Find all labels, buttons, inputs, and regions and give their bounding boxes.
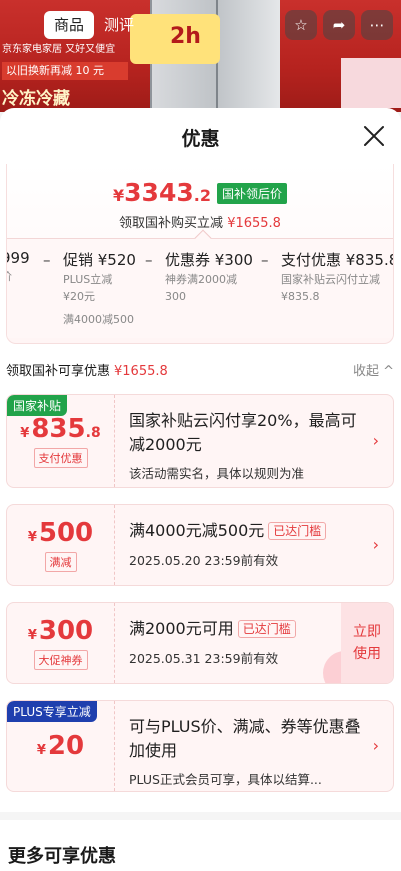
coupon-body: 国家补贴云闪付享20%，最高可减2000元 该活动需实名，具体以规则为准 <box>129 409 363 482</box>
sheet-title: 优惠 <box>181 127 220 150</box>
coupon-mega-sale[interactable]: ¥300 大促神券 满2000元可用 已达门槛 2025.05.31 23:59前… <box>6 602 394 684</box>
chevron-right-icon[interactable]: › <box>373 736 379 755</box>
coupon-corner-tag: 国家补贴 <box>7 395 68 416</box>
threshold-reached-badge: 已达门槛 <box>268 522 327 540</box>
product-page-background: 2h 京东家电家居 又好又便宜 以旧换新再减 10 元 冷冻冷藏 商品 测评 ☆… <box>0 0 401 112</box>
final-price: ¥3343.2 <box>113 178 211 207</box>
more-icon[interactable]: ⋯ <box>361 10 393 40</box>
subsidy-summary: 领取国补购买立减 ¥1655.8 <box>119 216 281 231</box>
coupon-body: 可与PLUS价、满减、券等优惠叠加使用 PLUS正式会员可享，具体以结算... <box>129 715 363 788</box>
coupon-title: 满4000元减500元 已达门槛 <box>129 519 363 544</box>
coupon-amount: ¥20 <box>36 731 85 761</box>
tab-product[interactable]: 商品 <box>44 11 95 39</box>
subsidy-price-tag: 国补领后价 <box>216 183 287 204</box>
section-label: 领取国补可享优惠 ¥1655.8 <box>6 364 168 379</box>
coupon-amount: ¥300 <box>27 616 94 646</box>
coupon-title: 国家补贴云闪付享20%，最高可减2000元 <box>129 411 357 454</box>
threshold-reached-badge: 已达门槛 <box>237 620 296 638</box>
coupon-amount-block: ¥500 满减 <box>7 505 115 585</box>
more-offers-title: 更多可享优惠 <box>8 846 116 867</box>
coupon-validity: 2025.05.20 23:59前有效 <box>129 553 279 568</box>
coupon-national-subsidy[interactable]: ¥835.8 支付优惠 国家补贴 国家补贴云闪付享20%，最高可减2000元 该… <box>6 394 394 488</box>
coupon-amount-block: ¥300 大促神券 <box>7 603 115 683</box>
coupon-desc: PLUS正式会员可享，具体以结算... <box>129 772 322 787</box>
side-banner <box>341 58 401 108</box>
breakdown-item-original: 999 价 <box>7 249 30 283</box>
breakdown-item-promotion: 促销 ¥520 PLUS立减 ¥20元 满4000减500 <box>63 251 136 326</box>
coupon-plus-exclusive[interactable]: ¥20 PLUS专享立减 可与PLUS价、满减、券等优惠叠加使用 PLUS正式会… <box>6 700 394 792</box>
category-label: 冷冻冷藏 <box>2 89 70 109</box>
nav-actions: ☆ ➦ ⋯ <box>285 10 393 40</box>
tab-review[interactable]: 测评 <box>94 11 144 39</box>
minus-sign: – <box>261 251 269 269</box>
minus-sign: – <box>43 251 51 269</box>
coupon-type: 支付优惠 <box>33 448 88 468</box>
coupon-title: 满2000元可用 已达门槛 <box>129 617 363 642</box>
use-now-button[interactable]: 立即使用 <box>341 603 393 683</box>
price-breakdown: 999 价 – 促销 ¥520 PLUS立减 ¥20元 满4000减500 – … <box>7 238 393 338</box>
coupon-type: 满减 <box>44 552 77 572</box>
minus-sign: – <box>145 251 153 269</box>
final-price-row: ¥3343.2 国补领后价 <box>7 178 393 207</box>
coupon-corner-tag: PLUS专享立减 <box>7 701 97 722</box>
sheet-header: 优惠 <box>0 108 401 166</box>
subsidy-section-header: 领取国补可享优惠 ¥1655.8 收起 ^ <box>6 360 394 379</box>
section-divider <box>0 812 401 820</box>
coupon-desc: 该活动需实名，具体以规则为准 <box>129 466 305 481</box>
coupon-amount: ¥835.8 <box>20 414 101 444</box>
coupon-type: 大促神券 <box>33 650 88 670</box>
store-name: 京东家电家居 又好又便宜 <box>2 44 116 55</box>
coupon-title: 可与PLUS价、满减、券等优惠叠加使用 <box>129 717 361 760</box>
trade-in-banner: 以旧换新再减 10 元 <box>2 62 128 80</box>
discount-sheet: 优惠 ¥3343.2 国补领后价 领取国补购买立减 ¥1655.8 999 价 … <box>0 108 401 871</box>
coupon-amount: ¥500 <box>27 518 94 548</box>
price-calculation-card: ¥3343.2 国补领后价 领取国补购买立减 ¥1655.8 999 价 – 促… <box>6 164 394 344</box>
share-icon[interactable]: ➦ <box>323 10 355 40</box>
collapse-toggle[interactable]: 收起 ^ <box>353 360 394 379</box>
chevron-right-icon[interactable]: › <box>373 535 379 554</box>
chevron-right-icon[interactable]: › <box>373 431 379 450</box>
coupon-full-reduction[interactable]: ¥500 满减 满4000元减500元 已达门槛 2025.05.20 23:59… <box>6 504 394 586</box>
top-nav: 商品 测评 <box>44 10 144 40</box>
breakdown-item-coupon: 优惠券 ¥300 神券满2000减 300 <box>165 251 253 303</box>
breakdown-item-payment: 支付优惠 ¥835.8 国家补贴云闪付立减 ¥835.8 <box>281 251 394 303</box>
close-icon[interactable] <box>361 123 387 149</box>
favorite-icon[interactable]: ☆ <box>285 10 317 40</box>
coupon-body: 满4000元减500元 已达门槛 2025.05.20 23:59前有效 <box>129 519 363 569</box>
